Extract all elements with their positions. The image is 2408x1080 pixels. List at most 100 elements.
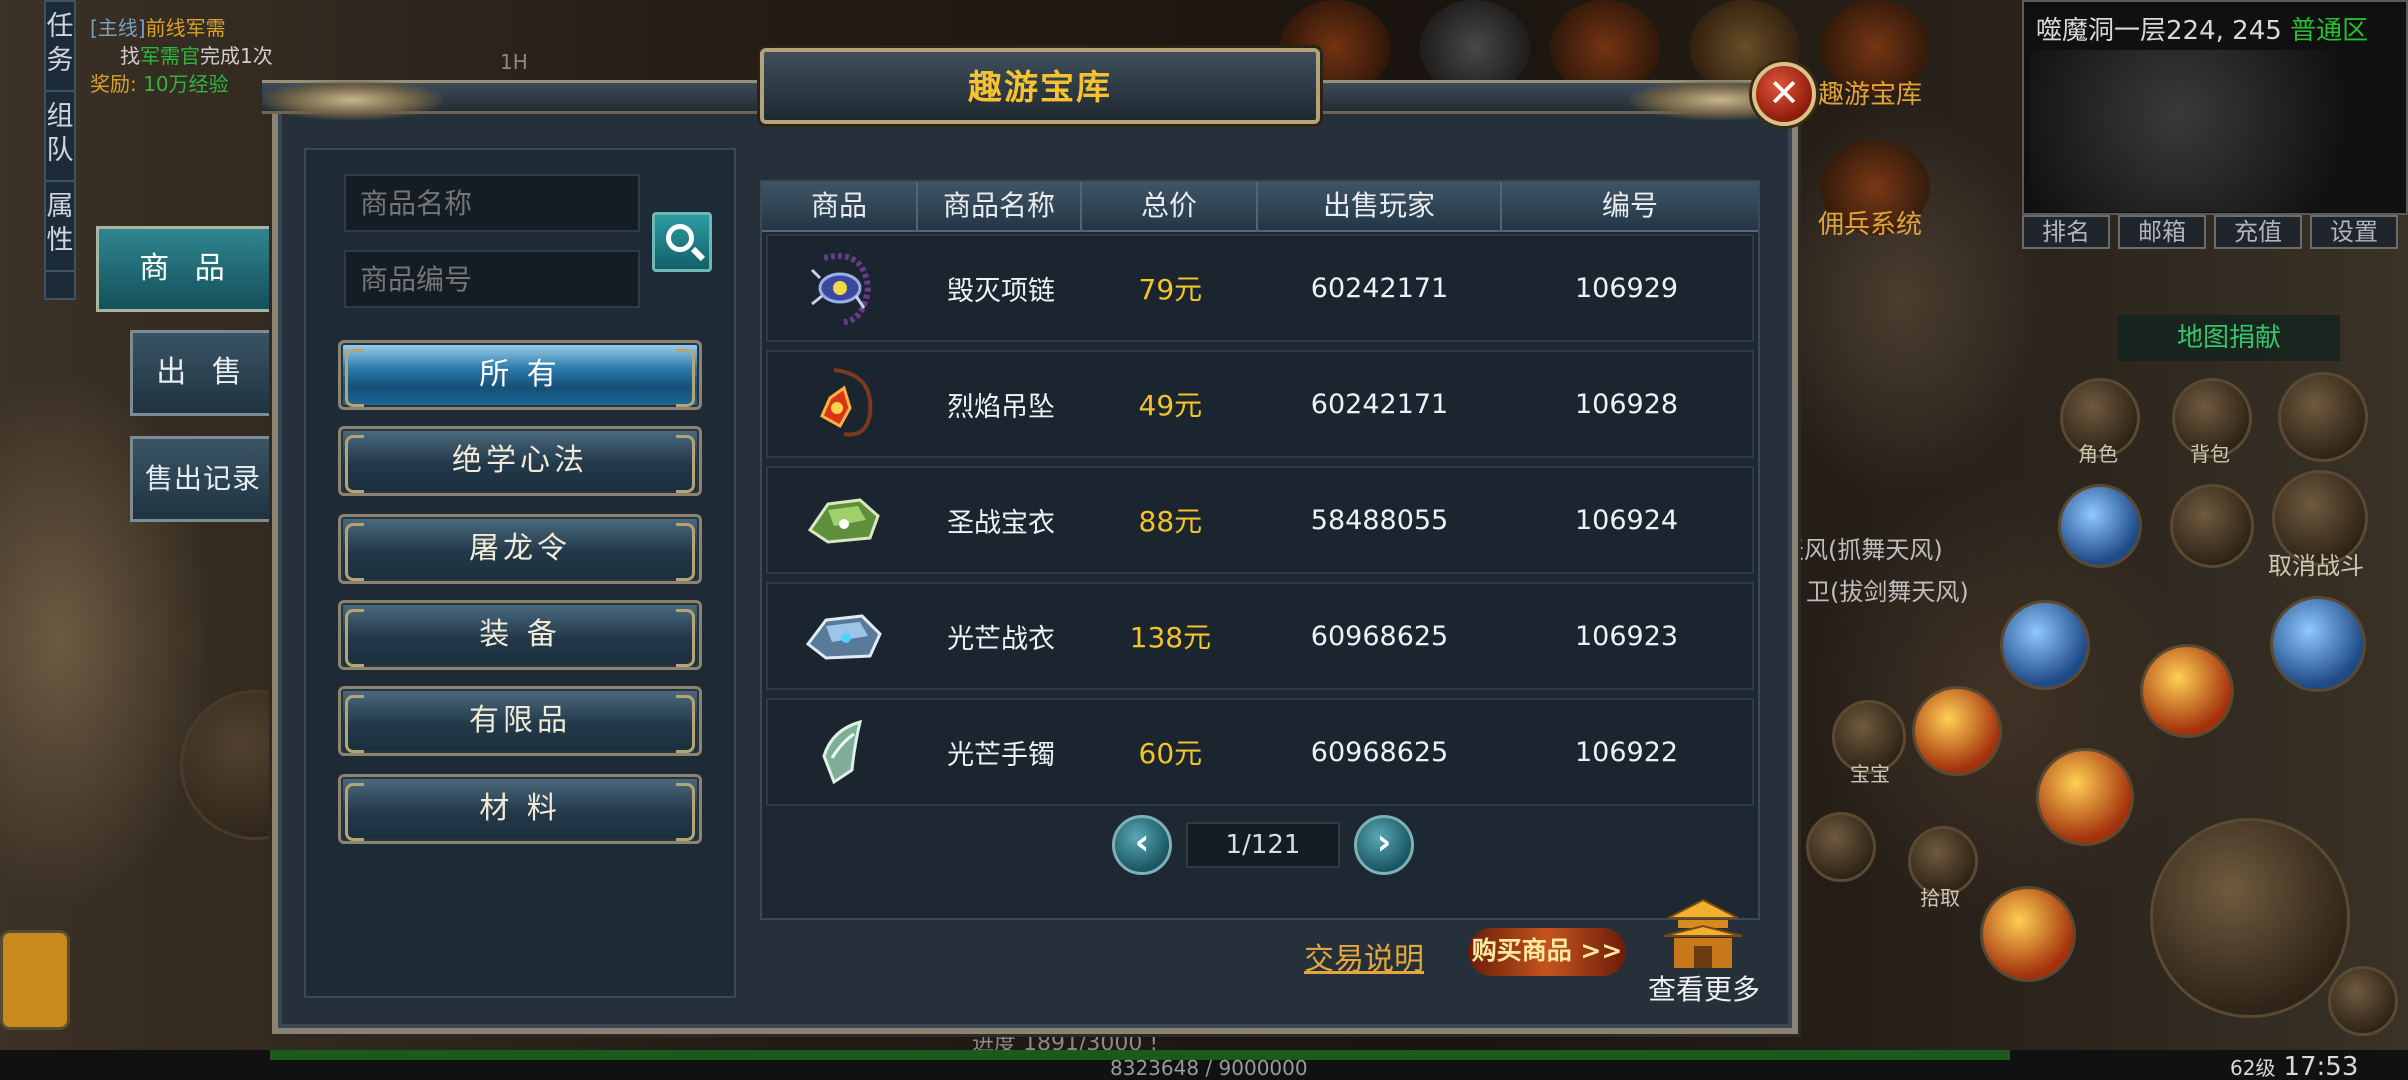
hud-tab-attr[interactable]: 属性 (46, 182, 74, 272)
next-page-button[interactable]: › (1354, 815, 1414, 875)
view-more-label[interactable]: 查看更多 (1648, 968, 1760, 1008)
skill-5-icon[interactable] (2270, 596, 2366, 692)
item-cell (768, 584, 919, 688)
target-icon[interactable] (1806, 812, 1876, 882)
table-header: 商品 商品名称 总价 出售玩家 编号 (762, 182, 1758, 232)
item-name-input[interactable] (344, 174, 640, 232)
item-name: 毁灭项链 (947, 275, 1056, 307)
armor-green-icon (807, 498, 880, 544)
header-price: 总价 (1082, 182, 1258, 232)
map-zone: 普通区 (2290, 16, 2369, 46)
item-id-input[interactable] (344, 250, 640, 308)
item-price: 138元 (1129, 621, 1212, 654)
map-donate-button[interactable]: 地图捐献 (2118, 315, 2340, 361)
chevron-right-icon: › (1376, 822, 1392, 863)
run-toggle-icon[interactable] (0, 930, 70, 1030)
category-equipment[interactable]: 装 备 (338, 600, 702, 670)
header-item: 商品 (762, 182, 918, 232)
search-icon (666, 224, 694, 252)
close-icon: ✕ (1768, 71, 1800, 115)
strong-attack-icon[interactable] (2328, 966, 2398, 1036)
table-row[interactable]: 光芒战衣 138元 60968625 106923 (766, 582, 1754, 690)
header-id: 编号 (1601, 189, 1658, 222)
search-button[interactable] (652, 212, 712, 272)
seller-id: 60242171 (1310, 388, 1449, 420)
category-all[interactable]: 所 有 (338, 340, 702, 410)
hud-tab-quest[interactable]: 任务 (46, 2, 74, 92)
menu-grid-icon[interactable] (2278, 372, 2368, 462)
listing-id: 106929 (1574, 272, 1679, 304)
skill-1-icon[interactable] (2058, 484, 2142, 568)
quest-target: 军需官 (140, 44, 200, 68)
bracelet-icon (822, 719, 862, 785)
prev-page-button[interactable]: ‹ (1112, 815, 1172, 875)
item-name: 光芒战衣 (947, 623, 1056, 655)
table-row[interactable]: 光芒手镯 60元 60968625 106922 (766, 698, 1754, 806)
category-skills[interactable]: 绝学心法 (338, 426, 702, 496)
tab-sold-records[interactable]: 售出记录 (130, 436, 276, 522)
seller-id: 60968625 (1310, 736, 1449, 768)
pet-label: 宝宝 (1850, 762, 1890, 786)
seller-id: 60968625 (1310, 620, 1449, 652)
item-cell (768, 352, 919, 456)
quest-reward-value: 10万经验 (143, 72, 229, 96)
character-label: 角色 (2078, 442, 2118, 466)
item-cell (768, 236, 919, 340)
necklace-icon (810, 253, 871, 325)
table-row[interactable]: 烈焰吊坠 49元 60242171 106928 (766, 350, 1754, 458)
skill-2-icon[interactable] (2170, 484, 2254, 568)
skill-3-icon[interactable] (2000, 600, 2090, 690)
item-price: 49元 (1138, 389, 1203, 422)
tab-sell[interactable]: 出 售 (130, 330, 276, 416)
player-name-1: 天风(抓舞天风) (1780, 536, 1943, 564)
status-bar: 8323648 / 9000000 62级 17:53 (0, 1050, 2408, 1080)
settings-button[interactable]: 设置 (2310, 215, 2398, 249)
close-button[interactable]: ✕ (1752, 62, 1816, 126)
category-limited[interactable]: 有限品 (338, 686, 702, 756)
time-text: 17:53 (2283, 1052, 2359, 1080)
exp-text: 8323648 / 9000000 (1110, 1056, 1308, 1080)
skill-7-icon[interactable] (2036, 748, 2134, 846)
chevron-left-icon: ‹ (1134, 822, 1150, 863)
level-text: 62级 (2230, 1056, 2276, 1080)
listing-id: 106924 (1574, 504, 1679, 536)
trade-help-link[interactable]: 交易说明 (1304, 934, 1424, 978)
player-name-2: 卫(拔剑舞天风) (1806, 578, 1969, 606)
collapse-label: 1H (500, 50, 528, 74)
item-cell (768, 468, 919, 572)
mail-button[interactable]: 邮箱 (2118, 215, 2206, 249)
quest-tracker[interactable]: [主线]前线军需 找军需官完成1次 奖励: 10万经验 (90, 14, 273, 98)
cancel-battle-label: 取消战斗 (2268, 552, 2364, 580)
table-row[interactable]: 毁灭项链 79元 60242171 106929 (766, 234, 1754, 342)
pendant-icon (819, 368, 873, 437)
table-row[interactable]: 圣战宝衣 88元 58488055 106924 (766, 466, 1754, 574)
minimap-buttons: 排名 邮箱 充值 设置 (2022, 215, 2398, 249)
category-dragon-token[interactable]: 屠龙令 (338, 514, 702, 584)
hud-tab-team[interactable]: 组队 (46, 92, 74, 182)
quest-name: 前线军需 (145, 16, 226, 40)
mercenary-label: 佣兵系统 (1818, 210, 1923, 240)
listing-id: 106923 (1574, 620, 1679, 652)
item-price: 60元 (1138, 737, 1203, 770)
recharge-button[interactable]: 充值 (2214, 215, 2302, 249)
category-materials[interactable]: 材 料 (338, 774, 702, 844)
header-name: 商品名称 (918, 182, 1082, 232)
item-cell (768, 700, 919, 804)
left-ornament (262, 80, 442, 120)
title-plate: 趣游宝库 (760, 48, 1320, 124)
skill-8-icon[interactable] (1980, 886, 2076, 982)
item-name: 圣战宝衣 (947, 507, 1056, 539)
quest-action: 找 (120, 44, 140, 68)
skill-6-icon[interactable] (1912, 686, 2002, 776)
buy-goods-button[interactable]: 购买商品 >> (1468, 928, 1626, 976)
minimap[interactable]: 噬魔洞一层224, 245 普通区 (2022, 0, 2408, 215)
seller-id: 58488055 (1310, 504, 1449, 536)
attack-button-icon[interactable] (2150, 818, 2350, 1018)
minimap-view (2030, 50, 2400, 212)
tab-goods[interactable]: 商 品 (96, 226, 276, 312)
armor-blue-icon (805, 614, 882, 660)
rank-button[interactable]: 排名 (2022, 215, 2110, 249)
header-seller: 出售玩家 (1258, 182, 1502, 232)
pavilion-icon[interactable] (1658, 896, 1748, 972)
skill-4-icon[interactable] (2140, 644, 2234, 738)
